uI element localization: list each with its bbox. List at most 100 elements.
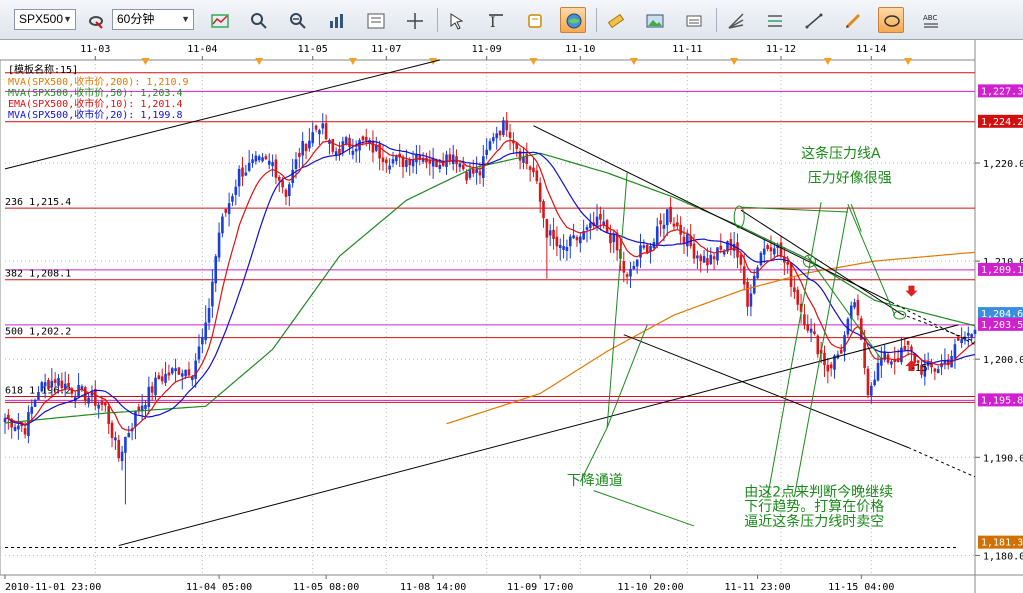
candle-up — [662, 224, 666, 229]
text-button[interactable]: I — [482, 7, 508, 33]
candle-down — [552, 229, 555, 239]
candle-down — [679, 224, 682, 235]
candle-up — [97, 404, 100, 409]
candle-up — [502, 120, 505, 136]
candle-up — [237, 168, 241, 187]
bar-count-label: -15 — [911, 363, 927, 374]
lines-button[interactable] — [761, 7, 787, 33]
candle-up — [211, 281, 214, 307]
x-bottom-tick-label: 11-11 23:00 — [724, 582, 790, 593]
cursor-button[interactable] — [443, 7, 469, 33]
chevron-down-icon: ▼ — [63, 14, 72, 24]
chart-type-icon — [211, 14, 229, 28]
candle-down — [371, 140, 375, 153]
y-tick-label: 1,220.0 — [983, 159, 1023, 170]
legend-entry: MVA(SPX500,收市价,200): 1,210.9 — [8, 75, 189, 88]
abc-icon: ABC — [923, 14, 938, 28]
candle-down — [314, 125, 318, 130]
candle-down — [338, 148, 341, 155]
candle-up — [485, 149, 488, 155]
chart-type-button[interactable] — [206, 7, 232, 33]
price-badge-label: 1,209.1 — [981, 265, 1023, 276]
candle-down — [813, 331, 816, 335]
price-badge-label: 1,181.3 — [981, 538, 1023, 549]
candle-up — [846, 318, 850, 335]
candle-up — [953, 344, 957, 359]
toolbar: SPX500 ▼ 60分钟 ▼ I ABC — [0, 0, 1023, 40]
candle-up — [194, 360, 197, 379]
candle-up — [204, 322, 207, 341]
symbol-select[interactable]: SPX500 ▼ — [14, 9, 76, 30]
candle-down — [528, 166, 532, 170]
indicator-button[interactable] — [362, 7, 388, 33]
trendline-button[interactable] — [800, 7, 826, 33]
candle-down — [826, 364, 830, 372]
hand-button[interactable] — [521, 7, 547, 33]
toolbar-separator — [437, 8, 438, 32]
candle-down — [535, 170, 539, 182]
indicator-icon — [367, 13, 385, 29]
candle-down — [60, 380, 64, 389]
candle-up — [595, 216, 599, 226]
picture-icon — [646, 14, 664, 28]
candle-up — [288, 184, 291, 196]
candle-down — [471, 168, 475, 174]
zoom-in-button[interactable] — [245, 7, 271, 33]
candle-up — [318, 130, 321, 135]
price-badge-label: 1,195.8 — [981, 395, 1023, 406]
candle-up — [565, 247, 569, 251]
candle-up — [40, 382, 44, 392]
ellipse-button[interactable] — [878, 7, 904, 33]
fan-button[interactable] — [722, 7, 748, 33]
annotation-text: 下降通道 — [567, 473, 623, 489]
candle-down — [187, 369, 191, 376]
candle-down — [742, 266, 746, 285]
fib-level-label: 236 1,215.4 — [5, 197, 71, 208]
x-bottom-tick-label: 11-04 05:00 — [186, 582, 252, 593]
svg-text:ABC: ABC — [923, 14, 937, 22]
candle-up — [702, 256, 706, 263]
candle-up — [294, 159, 298, 169]
x-top-tick-label: 11-11 — [672, 44, 702, 55]
zoom-out-button[interactable] — [284, 7, 310, 33]
candle-down — [281, 180, 284, 188]
candle-up — [709, 254, 713, 265]
picture-button[interactable] — [641, 7, 667, 33]
candle-up — [960, 339, 963, 344]
globe-button[interactable] — [560, 7, 586, 33]
candle-up — [876, 363, 880, 381]
candle-down — [478, 171, 482, 176]
bar-chart-button[interactable] — [323, 7, 349, 33]
symbol-value: SPX500 — [19, 12, 64, 26]
candle-up — [696, 255, 699, 259]
candle-down — [766, 245, 769, 250]
y-tick-label: 1,190.0 — [983, 453, 1023, 464]
period-select[interactable]: 60分钟 ▼ — [112, 9, 194, 30]
x-bottom-tick-label: 11-15 04:00 — [828, 582, 894, 593]
pencil-button[interactable] — [839, 7, 865, 33]
x-bottom-tick-label: 2010-11-01 23:00 — [5, 582, 101, 593]
y-tick-label: 1,200.0 — [983, 355, 1023, 366]
settings-button[interactable] — [680, 7, 706, 33]
candle-up — [63, 383, 67, 390]
candle-up — [492, 137, 495, 142]
candle-down — [224, 208, 228, 213]
period-value: 60分钟 — [117, 12, 155, 26]
price-chart[interactable]: 11-03 11-04 11-05 11-07 11-09 11-10 11-11 11-12… — [0, 40, 1023, 593]
candle-up — [354, 148, 358, 152]
ruler-button[interactable] — [602, 7, 628, 33]
candle-up — [134, 411, 137, 427]
legend-entry: EMA(SPX500,收市价,10): 1,201.4 — [8, 97, 183, 110]
link-toggle-button[interactable] — [82, 7, 108, 33]
text-icon: I — [489, 14, 503, 30]
candle-down — [706, 258, 709, 266]
abc-button[interactable]: ABC — [917, 7, 943, 33]
annotation-text: 下行趋势。打算在价格 — [744, 498, 884, 515]
candle-up — [612, 234, 616, 243]
x-bottom-tick-label: 11-09 17:00 — [507, 582, 573, 593]
candle-up — [87, 397, 90, 404]
candle-up — [13, 426, 17, 431]
candle-down — [739, 254, 743, 265]
crosshair-button[interactable] — [401, 7, 427, 33]
candle-up — [629, 268, 632, 277]
